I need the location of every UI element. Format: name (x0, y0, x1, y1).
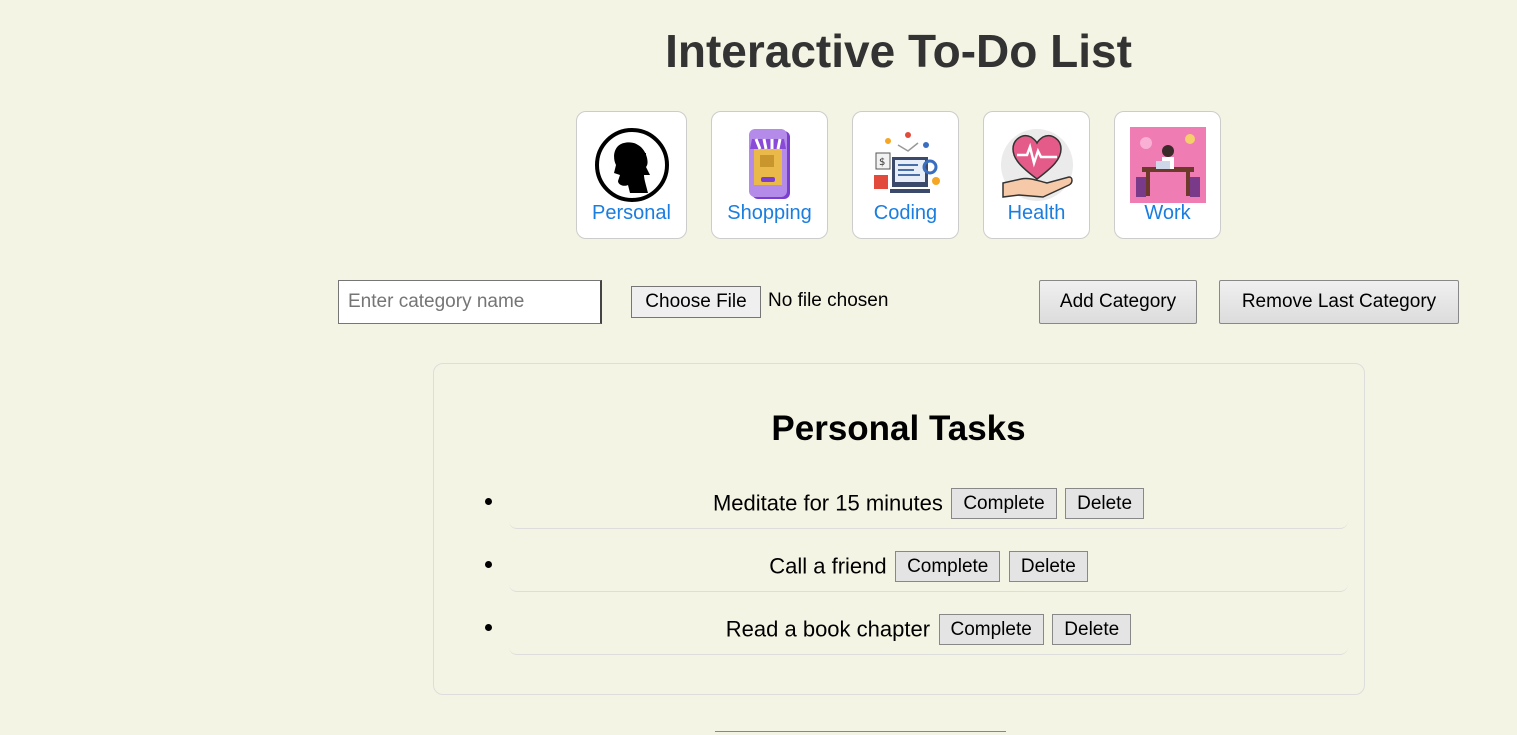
delete-task-button[interactable]: Delete (1065, 488, 1145, 519)
choose-file-button[interactable]: Choose File (631, 286, 761, 318)
category-label: Shopping (727, 202, 812, 224)
category-card-coding[interactable]: $ Coding (852, 111, 959, 239)
category-label: Health (1007, 202, 1066, 224)
complete-task-button[interactable]: Complete (895, 551, 1001, 582)
category-name-input[interactable] (338, 280, 602, 324)
offscreen-element-edge (715, 731, 1006, 735)
workspace-illustration-icon (1129, 127, 1206, 203)
complete-task-button[interactable]: Complete (938, 614, 1044, 645)
add-category-button[interactable]: Add Category (1039, 280, 1197, 324)
task-item: Read a book chapter Complete Delete (485, 614, 1348, 655)
task-text: Call a friend (769, 553, 887, 579)
remove-last-category-button[interactable]: Remove Last Category (1219, 280, 1459, 324)
svg-text:$: $ (879, 157, 885, 168)
category-card-shopping[interactable]: Shopping (711, 111, 828, 239)
category-card-health[interactable]: Health (983, 111, 1090, 239)
complete-task-button[interactable]: Complete (951, 488, 1057, 519)
task-item: Call a friend Complete Delete (485, 551, 1348, 592)
person-silhouette-icon (594, 128, 669, 202)
delete-task-button[interactable]: Delete (1052, 614, 1132, 645)
delete-task-button[interactable]: Delete (1008, 551, 1088, 582)
category-bar: Personal Shopping $ Coding Health Work (0, 111, 1517, 241)
coding-illustration-icon: $ (873, 132, 940, 193)
category-label: Coding (873, 202, 938, 224)
bullet-icon (485, 624, 492, 631)
task-item: Meditate for 15 minutes Complete Delete (485, 488, 1348, 529)
category-card-personal[interactable]: Personal (576, 111, 687, 239)
shopping-phone-icon (748, 129, 790, 199)
task-text: Meditate for 15 minutes (712, 490, 943, 516)
page-title: Interactive To-Do List (665, 25, 1132, 77)
task-text: Read a book chapter (725, 616, 931, 642)
bullet-icon (485, 498, 492, 505)
category-label: Personal (592, 202, 671, 224)
bullet-icon (485, 561, 492, 568)
category-label: Work (1144, 202, 1191, 224)
category-card-work[interactable]: Work (1114, 111, 1221, 239)
heart-hand-icon (1000, 129, 1073, 201)
file-status-label: No file chosen (768, 290, 889, 311)
tasks-panel-title: Personal Tasks (771, 409, 1026, 448)
